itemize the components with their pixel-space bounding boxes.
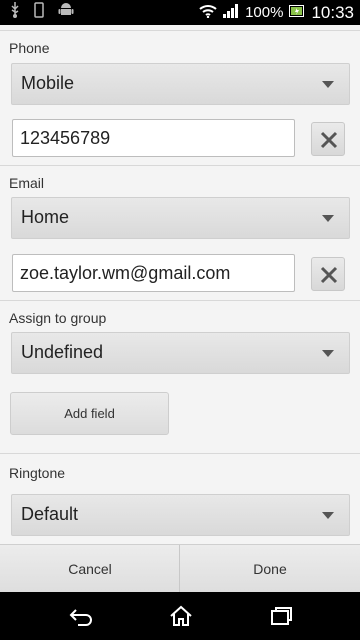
- navigation-bar: [0, 592, 360, 640]
- home-icon: [170, 605, 192, 626]
- group-label: Assign to group: [9, 310, 107, 326]
- phone-number-input[interactable]: 123456789: [12, 119, 295, 157]
- phone-type-spinner[interactable]: Mobile: [11, 63, 350, 105]
- email-type-value: Home: [21, 207, 70, 227]
- ringtone-spinner[interactable]: Default: [11, 494, 350, 536]
- signal-icon: [223, 3, 239, 22]
- battery-icon: [289, 4, 305, 22]
- back-icon: [69, 609, 92, 626]
- clear-email-button[interactable]: [311, 257, 345, 291]
- add-field-button[interactable]: Add field: [10, 392, 169, 435]
- clear-phone-button[interactable]: [311, 122, 345, 156]
- ringtone-label: Ringtone: [9, 465, 66, 481]
- status-left-icons: [10, 2, 74, 23]
- cancel-button[interactable]: Cancel: [0, 545, 180, 593]
- divider: [0, 300, 360, 301]
- android-icon: [58, 2, 74, 23]
- email-type-spinner[interactable]: Home: [11, 197, 350, 239]
- divider: [0, 453, 360, 454]
- dropdown-arrow-icon: [322, 215, 334, 222]
- phone-type-value: Mobile: [21, 73, 75, 93]
- close-icon: [320, 266, 338, 284]
- dropdown-arrow-icon: [322, 81, 334, 88]
- action-bar: Cancel Done: [0, 544, 360, 593]
- edit-contact-form: Phone Mobile 123456789 Email Home zoe.ta…: [0, 25, 360, 544]
- phone-icon: [34, 2, 44, 23]
- done-button[interactable]: Done: [180, 545, 360, 593]
- dropdown-arrow-icon: [322, 350, 334, 357]
- recent-apps-button[interactable]: [250, 592, 310, 640]
- status-right: 100% 10:33: [199, 0, 354, 25]
- divider: [0, 165, 360, 166]
- email-input[interactable]: zoe.taylor.wm@gmail.com: [12, 254, 295, 292]
- group-spinner[interactable]: Undefined: [11, 332, 350, 374]
- ringtone-value: Default: [21, 504, 79, 524]
- battery-percent: 100%: [245, 4, 284, 21]
- wifi-icon: [199, 4, 217, 22]
- phone-label: Phone: [9, 40, 50, 56]
- usb-icon: [10, 2, 20, 23]
- divider: [0, 30, 360, 31]
- home-button[interactable]: [150, 592, 210, 640]
- back-button[interactable]: [50, 592, 110, 640]
- recent-apps-icon: [271, 607, 292, 625]
- close-icon: [320, 131, 338, 149]
- clock: 10:33: [311, 2, 354, 22]
- group-value: Undefined: [21, 342, 104, 362]
- dropdown-arrow-icon: [322, 512, 334, 519]
- email-label: Email: [9, 175, 45, 191]
- status-bar: 100% 10:33: [0, 0, 360, 25]
